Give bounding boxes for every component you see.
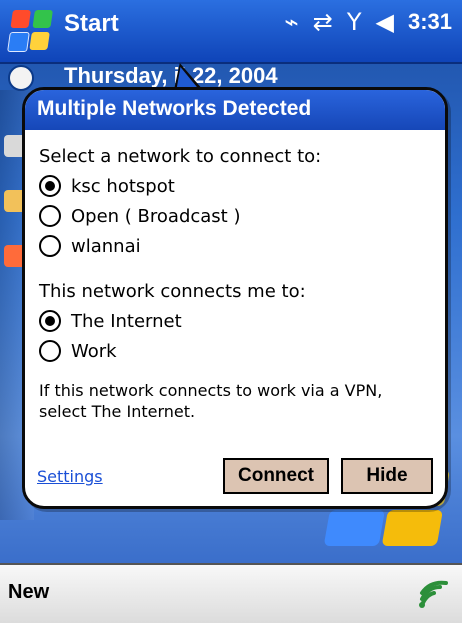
flag-quadrant: [323, 510, 385, 546]
select-network-label: Select a network to connect to:: [39, 146, 322, 167]
radio-button[interactable]: [39, 205, 61, 227]
system-tray: ⌁ ⇄ Y ◀ 3:31: [284, 9, 452, 35]
radio-label: The Internet: [71, 310, 182, 332]
vpn-note: If this network connects to work via a V…: [39, 381, 383, 421]
logo-quadrant: [7, 32, 30, 52]
network-option-ksc-hotspot[interactable]: ksc hotspot: [39, 171, 431, 201]
network-option-wlannai[interactable]: wlannai: [39, 231, 431, 261]
top-title-bar: Start ⌁ ⇄ Y ◀ 3:31: [0, 0, 462, 64]
connectivity-icon[interactable]: ⇄: [313, 10, 333, 34]
radio-button[interactable]: [39, 340, 61, 362]
notification-actions: Settings Connect Hide: [37, 454, 433, 494]
antenna-icon[interactable]: ⌁: [284, 10, 298, 34]
radio-label: Work: [71, 340, 117, 362]
radio-label: Open ( Broadcast ): [71, 205, 241, 227]
radio-label: wlannai: [71, 235, 141, 257]
notification-title: Multiple Networks Detected: [25, 90, 445, 130]
bottom-command-bar: New: [0, 563, 462, 623]
radio-button[interactable]: [39, 235, 61, 257]
new-menu[interactable]: New: [8, 581, 49, 604]
windows-logo-icon[interactable]: [7, 10, 55, 52]
logo-quadrant: [29, 32, 50, 50]
radio-label: ksc hotspot: [71, 175, 175, 197]
destination-option-internet[interactable]: The Internet: [39, 306, 431, 336]
wireless-icon[interactable]: [416, 577, 450, 611]
settings-link[interactable]: Settings: [37, 467, 103, 486]
signal-icon[interactable]: Y: [347, 10, 362, 34]
notification-content: Select a network to connect to: ksc hots…: [25, 130, 445, 422]
flag-quadrant: [381, 510, 443, 546]
destination-option-work[interactable]: Work: [39, 336, 431, 366]
network-option-open-broadcast[interactable]: Open ( Broadcast ): [39, 201, 431, 231]
connects-to-label: This network connects me to:: [39, 281, 306, 302]
volume-icon[interactable]: ◀: [375, 10, 393, 34]
radio-button[interactable]: [39, 175, 61, 197]
start-menu-label[interactable]: Start: [64, 10, 119, 38]
pocketpc-screen: Start ⌁ ⇄ Y ◀ 3:31 Thursday, il 22, 2004…: [0, 0, 462, 623]
connect-button[interactable]: Connect: [223, 458, 329, 494]
logo-quadrant: [10, 10, 31, 28]
clock-time[interactable]: 3:31: [408, 9, 452, 35]
logo-quadrant: [32, 10, 53, 28]
hide-button[interactable]: Hide: [341, 458, 433, 494]
radio-button[interactable]: [39, 310, 61, 332]
today-icon: [8, 65, 34, 91]
multiple-networks-notification: Multiple Networks Detected Select a netw…: [22, 87, 448, 509]
